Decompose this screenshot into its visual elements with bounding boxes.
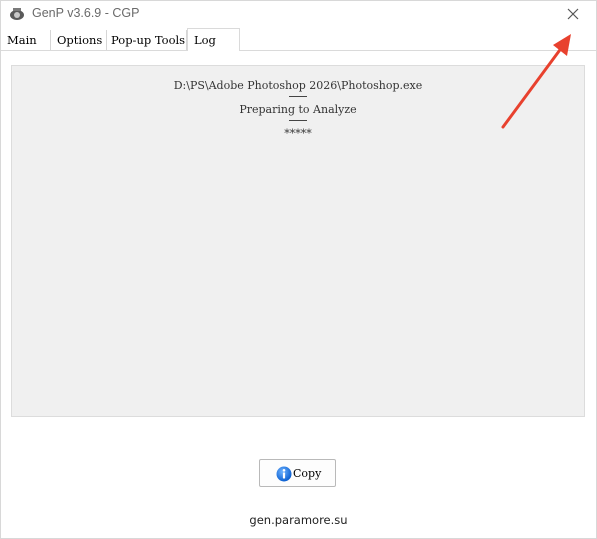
website-link[interactable]: gen.paramore.su — [1, 513, 596, 527]
window-title: GenP v3.6.9 - CGP — [32, 6, 140, 20]
red-arrow-annotation — [501, 34, 571, 129]
titlebar: GenP v3.6.9 - CGP — [1, 1, 596, 27]
info-icon — [276, 466, 292, 482]
log-separator — [289, 120, 307, 121]
close-icon — [567, 8, 579, 20]
tab-popup-tools[interactable]: Pop-up Tools — [107, 30, 187, 50]
tab-options[interactable]: Options — [51, 30, 107, 50]
app-icon — [9, 7, 25, 21]
copy-button-label: Copy — [293, 467, 322, 480]
log-separator — [289, 96, 307, 97]
copy-button[interactable]: Copy — [259, 459, 336, 487]
genp-window: GenP v3.6.9 - CGP Main Options Pop-up To… — [0, 0, 597, 539]
close-button[interactable] — [550, 1, 596, 27]
tab-log[interactable]: Log — [187, 28, 240, 51]
tab-main[interactable]: Main — [1, 30, 51, 50]
